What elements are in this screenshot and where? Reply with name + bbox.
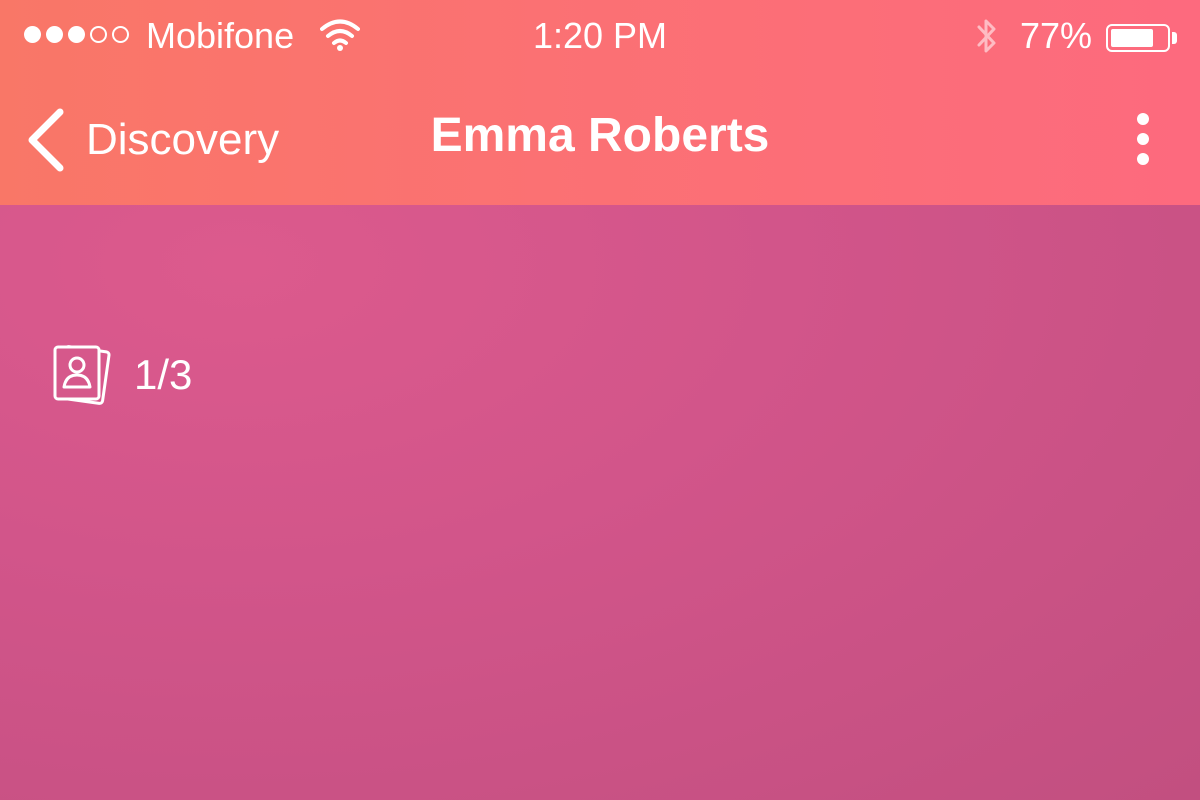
photo-gallery-icon <box>53 345 111 405</box>
photo-counter-text: 1/3 <box>134 351 193 398</box>
more-options-button[interactable] <box>1118 104 1168 174</box>
profile-screen: Mobifone 1:20 PM 77% Discovery Emma Robe… <box>0 0 1200 800</box>
photo-counter: 1/3 <box>52 343 192 407</box>
more-vertical-icon-dot <box>1137 153 1149 165</box>
page-title: Emma Roberts <box>430 109 770 162</box>
battery-cap <box>1172 32 1177 44</box>
status-time: 1:20 PM <box>532 15 668 56</box>
battery-percent: 77% <box>1020 15 1093 56</box>
signal-dot <box>112 26 129 43</box>
back-button[interactable]: Discovery <box>24 100 279 180</box>
more-vertical-icon <box>1137 113 1149 125</box>
signal-dot <box>90 26 107 43</box>
signal-strength-indicator <box>24 26 129 43</box>
profile-photo[interactable]: 1/3 <box>0 205 1200 800</box>
battery-level <box>1111 29 1153 47</box>
wifi-icon <box>320 19 360 51</box>
status-bar: Mobifone 1:20 PM 77% <box>0 0 1200 72</box>
battery-icon <box>1106 24 1170 52</box>
carrier-name: Mobifone <box>146 15 295 56</box>
chevron-left-icon <box>28 108 64 172</box>
navigation-bar: Discovery Emma Roberts <box>0 72 1200 205</box>
bluetooth-icon <box>977 19 996 53</box>
signal-dot <box>68 26 85 43</box>
signal-dot <box>46 26 63 43</box>
signal-dot <box>24 26 41 43</box>
more-vertical-icon-dot <box>1137 133 1149 145</box>
header: Mobifone 1:20 PM 77% Discovery Emma Robe… <box>0 0 1200 205</box>
back-label: Discovery <box>86 115 280 164</box>
